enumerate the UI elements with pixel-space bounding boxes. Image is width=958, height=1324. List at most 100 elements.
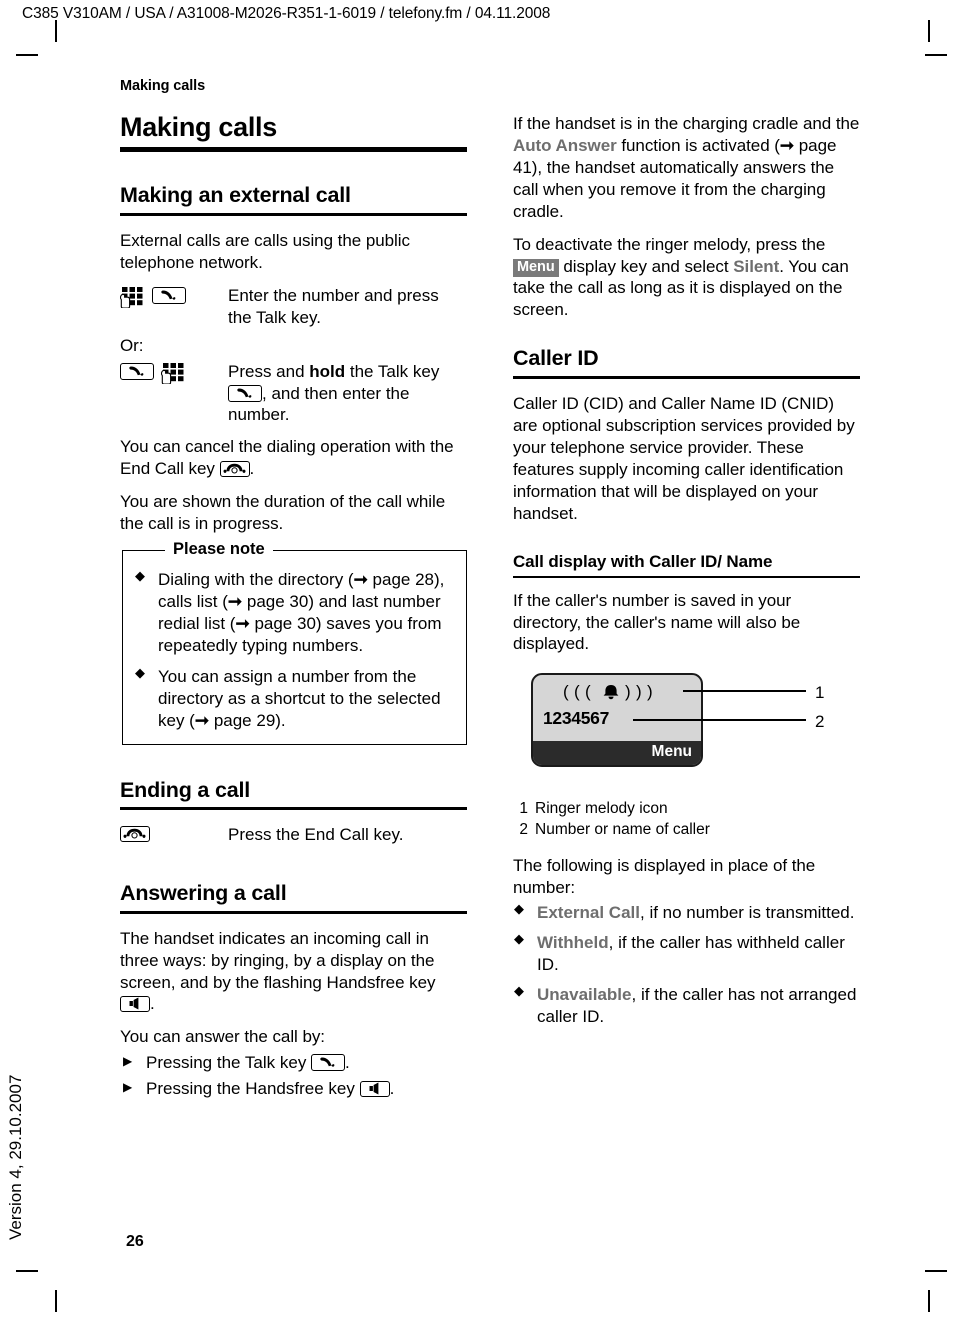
talk-key-icon bbox=[120, 362, 154, 380]
right-column: If the handset is in the charging cradle… bbox=[513, 113, 860, 1036]
caller-number: 1234567 bbox=[543, 708, 610, 729]
callout-leader-2 bbox=[633, 719, 806, 721]
or-label: Or: bbox=[120, 335, 144, 355]
incoming-text-a: The handset indicates an incoming call i… bbox=[120, 928, 436, 992]
talk-key-icon bbox=[311, 1054, 346, 1072]
display-value-external-call: External Call bbox=[537, 903, 640, 923]
arrow-right-icon: ➞ bbox=[227, 591, 243, 611]
menu-soft-key[interactable]: Menu bbox=[652, 743, 692, 761]
display-value-withheld: Withheld bbox=[537, 933, 609, 953]
ringer-melody-icon: ( ( ( ) ) ) bbox=[533, 682, 701, 705]
section-rule-4 bbox=[513, 375, 860, 379]
svg-text:): ) bbox=[636, 682, 642, 701]
please-note-title: Please note bbox=[165, 540, 273, 560]
note2-seg1: page 29). bbox=[209, 710, 286, 730]
handsfree-key-icon bbox=[359, 1081, 390, 1098]
step-icons-2 bbox=[120, 361, 228, 384]
crop-mark-bot-left-v bbox=[55, 1290, 57, 1312]
menu-softkey-badge[interactable]: Menu bbox=[513, 258, 559, 278]
answer2-text-a: Pressing the Handsfree key bbox=[146, 1079, 360, 1099]
heading-making-external-call: Making an external call bbox=[120, 183, 351, 208]
keypad-icon bbox=[161, 362, 186, 384]
paragraph-incoming-call: The handset indicates an incoming call i… bbox=[120, 928, 467, 1016]
display-value-unavailable: Unavailable bbox=[537, 985, 632, 1005]
callout-label-1: 1 bbox=[815, 683, 825, 703]
print-header: C385 V310AM / USA / A31008-M2026-R351-1-… bbox=[22, 5, 551, 22]
arrow-right-icon: ➞ bbox=[194, 710, 210, 730]
caller-id-substitutes-list: External Call, if no number is transmitt… bbox=[513, 901, 860, 1028]
heading-call-display: Call display with Caller ID/ Name bbox=[513, 552, 773, 572]
cancel-text-b: . bbox=[249, 459, 255, 479]
legend-label-1: Ringer melody icon bbox=[535, 800, 668, 818]
step-desc-3: Press the End Call key. bbox=[228, 825, 404, 845]
ringer-b: display key and select bbox=[558, 256, 734, 276]
legend-label-2: Number or name of caller bbox=[535, 821, 710, 838]
talk-key-icon bbox=[228, 384, 262, 402]
ringer-a: To deactivate the ringer melody, press t… bbox=[513, 234, 826, 254]
list-item: External Call, if no number is transmitt… bbox=[513, 901, 860, 924]
svg-text:(: ( bbox=[574, 682, 580, 701]
running-head: Making calls bbox=[120, 78, 206, 94]
handset-display-figure: ( ( ( ) ) ) 1234567 Menu 1 2 bbox=[531, 673, 871, 785]
chapter-rule bbox=[120, 147, 467, 153]
legend-item-2: 2 Number or name of caller bbox=[517, 820, 860, 841]
cancel-text-a: You can cancel the dialing operation wit… bbox=[120, 437, 454, 479]
page-title: Making calls bbox=[120, 112, 277, 142]
subsection-rule-1 bbox=[513, 576, 860, 578]
svg-text:(: ( bbox=[563, 682, 569, 701]
auto-answer-b: function is activated ( bbox=[616, 135, 780, 155]
legend-number-2: 2 bbox=[519, 821, 528, 838]
paragraph-call-duration: You are shown the duration of the call w… bbox=[120, 492, 446, 534]
crop-mark-top-right-v bbox=[928, 20, 930, 42]
paragraph-cancel-dialing: You can cancel the dialing operation wit… bbox=[120, 436, 467, 480]
svg-text:(: ( bbox=[585, 682, 591, 701]
answer-methods-list: Pressing the Talk key . Pressing the Han… bbox=[120, 1052, 467, 1101]
heading-answering-a-call: Answering a call bbox=[120, 881, 287, 906]
auto-answer-a: If the handset is in the charging cradle… bbox=[513, 114, 860, 133]
step2-text-bold: hold bbox=[309, 361, 346, 381]
crop-mark-top-right-h bbox=[925, 54, 947, 56]
figure-legend: 1 Ringer melody icon 2 Number or name of… bbox=[517, 799, 860, 840]
list-item: Withheld, if the caller has withheld cal… bbox=[513, 931, 860, 976]
keypad-icon bbox=[120, 286, 145, 308]
legend-number-1: 1 bbox=[519, 800, 528, 818]
heading-ending-a-call: Ending a call bbox=[120, 777, 251, 802]
step-desc-2: Press and hold the Talk key , and then e… bbox=[228, 361, 467, 427]
answer1-text-b: . bbox=[345, 1053, 350, 1073]
substitute-rest-1: , if no number is transmitted. bbox=[640, 903, 855, 923]
paragraph-external-intro: External calls are calls using the publi… bbox=[120, 230, 410, 272]
incoming-text-b: . bbox=[150, 994, 155, 1014]
note1-seg0: Dialing with the directory ( bbox=[158, 570, 354, 590]
svg-text:): ) bbox=[647, 682, 653, 701]
section-rule-3 bbox=[120, 910, 467, 914]
answer2-text-b: . bbox=[389, 1079, 395, 1099]
section-rule-1 bbox=[120, 212, 467, 216]
arrow-right-icon: ➞ bbox=[235, 613, 250, 633]
heading-caller-id: Caller ID bbox=[513, 346, 599, 371]
section-rule-2 bbox=[120, 807, 467, 811]
please-note-box: Please note Dialing with the directory (… bbox=[122, 540, 467, 745]
callout-leader-1 bbox=[683, 690, 806, 692]
crop-mark-bot-left-h bbox=[16, 1270, 38, 1272]
list-item: Dialing with the directory (➞ page 28), … bbox=[135, 568, 456, 657]
paragraph-ringer-melody: To deactivate the ringer melody, press t… bbox=[513, 234, 860, 322]
paragraph-auto-answer: If the handset is in the charging cradle… bbox=[513, 113, 860, 223]
step-row-dial-then-talk: Enter the number and press the Talk key. bbox=[120, 285, 467, 329]
page-number: 26 bbox=[126, 1233, 144, 1250]
arrow-right-icon: ➞ bbox=[779, 135, 795, 155]
please-note-list: Dialing with the directory (➞ page 28), … bbox=[135, 568, 456, 732]
paragraph-caller-id: Caller ID (CID) and Caller Name ID (CNID… bbox=[513, 393, 855, 523]
list-item: Pressing the Handsfree key . bbox=[120, 1078, 467, 1101]
end-call-key-icon bbox=[120, 826, 150, 843]
paragraph-answer-intro: You can answer the call by: bbox=[120, 1027, 325, 1047]
paragraph-call-display: If the caller's number is saved in your … bbox=[513, 590, 801, 654]
crop-mark-top-left-v bbox=[55, 20, 57, 42]
list-item: You can assign a number from the directo… bbox=[135, 665, 456, 732]
display-soft-key-bar: Menu bbox=[533, 741, 701, 766]
setting-name-auto-answer: Auto Answer bbox=[513, 135, 617, 155]
step-row-end-call: Press the End Call key. bbox=[120, 824, 467, 846]
crop-mark-top-left-h bbox=[16, 54, 38, 56]
left-column: Making calls Making an external call Ext… bbox=[120, 113, 467, 1104]
paragraph-following-intro: The following is displayed in place of t… bbox=[513, 855, 816, 897]
list-item: Unavailable, if the caller has not arran… bbox=[513, 983, 860, 1028]
